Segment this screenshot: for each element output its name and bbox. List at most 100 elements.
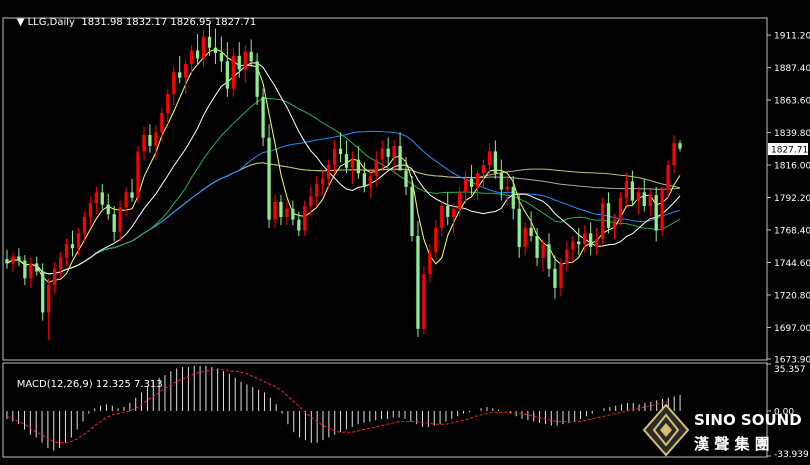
candle-body (583, 233, 587, 245)
candle-body (94, 192, 98, 204)
candle-body (493, 151, 498, 174)
candle-body (303, 205, 307, 231)
candle-body (249, 51, 253, 62)
macd-values: 12.325 7.313 (95, 379, 163, 390)
macd-tick-label: 35.357 (774, 365, 806, 375)
candle-body (446, 205, 450, 217)
candle-body (178, 72, 182, 78)
candle-body (52, 268, 57, 286)
price-tick-label: 1697.00 (774, 324, 810, 334)
candle-body (124, 192, 128, 208)
candle-body (184, 64, 188, 78)
candle-body (666, 165, 670, 190)
candle-body (660, 189, 664, 231)
candle-body (487, 151, 492, 166)
chart-header: ▼ LLG,Daily 1831.98 1832.17 1826.95 1827… (4, 6, 257, 39)
candle-body (70, 244, 75, 249)
candle-body (386, 148, 390, 157)
candle-body (356, 159, 361, 174)
candle-body (654, 195, 658, 231)
candle-body (672, 143, 676, 166)
candle-body (678, 143, 682, 149)
candle-body (594, 238, 599, 247)
candle-body (571, 241, 575, 250)
candle (422, 266, 426, 335)
candle-body (225, 61, 229, 89)
candle-body (279, 201, 283, 217)
current-price-label: 1827.71 (771, 146, 808, 156)
candle (267, 124, 271, 228)
candle-body (535, 236, 539, 258)
candle-body (11, 256, 15, 264)
candle-body (559, 263, 563, 288)
candle-body (243, 51, 247, 70)
candle-body (315, 184, 319, 197)
candle-body (434, 227, 438, 253)
candle-body (255, 61, 259, 97)
candle-body (368, 175, 372, 187)
candle-body (231, 55, 235, 89)
candle-body (529, 227, 533, 237)
candle-body (469, 178, 474, 187)
candle-body (106, 204, 110, 215)
logo-chinese: 漢 聲 集 團 (694, 435, 770, 453)
candle-body (452, 208, 456, 217)
candle-body (29, 263, 33, 279)
candle-body (404, 170, 408, 187)
candle-body (237, 55, 241, 70)
candle-body (100, 192, 104, 205)
candle-body (410, 186, 414, 237)
price-tick-label: 1887.40 (774, 64, 810, 74)
candle-body (309, 196, 313, 206)
candle-body (273, 201, 277, 220)
candle-body (511, 186, 515, 209)
candle-body (118, 207, 122, 232)
macd-header: MACD(12,26,9) 12.325 7.313 (4, 368, 163, 401)
candle-body (64, 244, 69, 258)
price-tick-label: 1720.80 (774, 291, 810, 301)
candle-body (267, 137, 271, 220)
candle-body (35, 263, 39, 272)
candle-body (416, 236, 420, 329)
candle-body (172, 72, 176, 95)
symbol-label: LLG,Daily (27, 17, 75, 28)
price-tick-label: 1911.20 (774, 32, 810, 42)
candle (416, 221, 420, 338)
candle-body (589, 233, 593, 247)
candle-body (577, 241, 581, 245)
candle-body (88, 203, 93, 217)
candle-body (112, 214, 116, 232)
candle-body (398, 145, 402, 171)
candle (660, 186, 664, 237)
sino-sound-logo: SINO SOUND 漢 聲 集 團 (642, 403, 802, 457)
candle-body (136, 151, 140, 198)
collapse-triangle-icon[interactable]: ▼ (17, 17, 28, 28)
macd-label: MACD(12,26,9) (16, 379, 93, 390)
candle-body (458, 192, 462, 209)
price-tick-label: 1816.00 (774, 162, 810, 172)
candle-body (618, 197, 623, 220)
candle-body (440, 205, 444, 228)
candle-body (636, 192, 640, 201)
candle-body (428, 252, 432, 275)
candle-body (219, 53, 224, 62)
price-tick-label: 1744.60 (774, 259, 810, 269)
candle-body (624, 181, 629, 198)
price-tick-label: 1768.40 (774, 227, 810, 237)
logo-name: SINO SOUND (694, 411, 802, 429)
candle-body (23, 260, 27, 279)
candle-body (332, 148, 337, 166)
candle-body (392, 145, 396, 157)
candle-body (350, 159, 355, 168)
candle-body (17, 256, 21, 261)
trading-chart[interactable]: 1911.20 1887.40 1863.60 1839.80 1816.00 1792.… (0, 0, 810, 461)
price-tick-label: 1673.90 (774, 356, 810, 366)
candle-body (76, 233, 81, 249)
price-tick-label: 1792.20 (774, 194, 810, 204)
ohlc-values: 1831.98 1832.17 1826.95 1827.71 (81, 17, 257, 28)
candle-body (481, 165, 486, 174)
candle-body (422, 274, 426, 329)
candle (600, 197, 605, 245)
candle-body (291, 208, 295, 220)
price-tick-label: 1863.60 (774, 97, 810, 107)
